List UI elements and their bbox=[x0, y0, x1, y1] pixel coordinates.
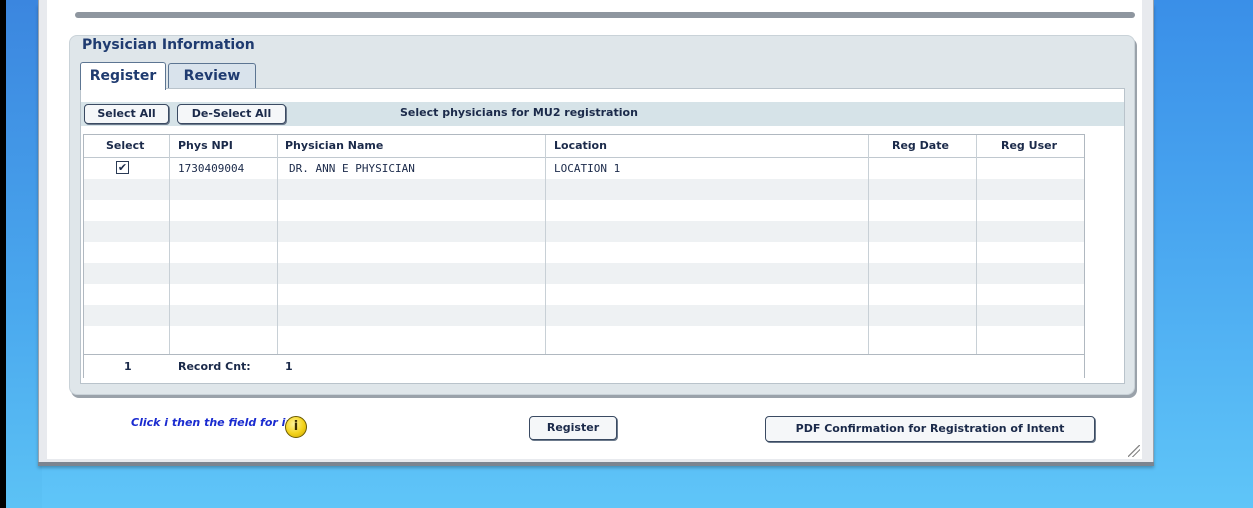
tab-review[interactable]: Review bbox=[168, 63, 256, 88]
empty-row bbox=[84, 242, 1084, 263]
empty-row bbox=[84, 284, 1084, 305]
physician-information-panel: Physician Information Register Review Se… bbox=[69, 35, 1135, 395]
footer-record-value: 1 bbox=[285, 360, 293, 373]
column-header-location[interactable]: Location bbox=[554, 135, 607, 157]
empty-row bbox=[84, 221, 1084, 242]
checkbox-checked-icon[interactable]: ✔ bbox=[116, 161, 129, 174]
top-divider bbox=[75, 12, 1135, 18]
column-divider bbox=[868, 135, 869, 377]
physician-table: Select Phys NPI Physician Name Location … bbox=[83, 134, 1085, 378]
column-header-phys-npi[interactable]: Phys NPI bbox=[178, 135, 233, 157]
select-all-button[interactable]: Select All bbox=[84, 104, 169, 124]
column-divider bbox=[277, 135, 278, 377]
column-divider bbox=[169, 135, 170, 377]
column-header-reg-user[interactable]: Reg User bbox=[1001, 135, 1057, 157]
selection-toolbar: Select All De-Select All Select physicia… bbox=[81, 102, 1124, 126]
register-tab-body: Select All De-Select All Select physicia… bbox=[80, 88, 1125, 384]
resize-grip-icon[interactable] bbox=[1128, 445, 1140, 457]
background-strip bbox=[6, 0, 42, 508]
row-phys-npi: 1730409004 bbox=[178, 162, 245, 175]
tab-register[interactable]: Register bbox=[80, 62, 166, 90]
toolbar-instruction: Select physicians for MU2 registration bbox=[400, 106, 638, 119]
empty-row bbox=[84, 326, 1084, 347]
column-divider bbox=[976, 135, 977, 377]
empty-row bbox=[84, 200, 1084, 221]
deselect-all-button[interactable]: De-Select All bbox=[177, 104, 286, 124]
table-footer: 1 Record Cnt: 1 bbox=[84, 354, 1084, 378]
pdf-confirmation-button[interactable]: PDF Confirmation for Registration of Int… bbox=[765, 416, 1095, 442]
column-header-reg-date[interactable]: Reg Date bbox=[892, 135, 949, 157]
table-header: Select Phys NPI Physician Name Location … bbox=[84, 135, 1084, 158]
column-divider bbox=[545, 135, 546, 377]
info-icon[interactable]: i bbox=[285, 416, 307, 438]
panel-title: Physician Information bbox=[82, 37, 255, 53]
table-row[interactable]: ✔ 1730409004 DR. ANN E PHYSICIAN LOCATIO… bbox=[84, 158, 1084, 179]
row-physician-name: DR. ANN E PHYSICIAN bbox=[289, 162, 415, 175]
footer-record-label: Record Cnt: bbox=[178, 360, 251, 373]
register-button[interactable]: Register bbox=[529, 416, 617, 440]
main-window: Physician Information Register Review Se… bbox=[38, 0, 1154, 462]
empty-row bbox=[84, 179, 1084, 200]
column-header-select[interactable]: Select bbox=[106, 135, 144, 157]
info-hint: Click i then the field for info bbox=[131, 416, 306, 429]
empty-row bbox=[84, 305, 1084, 326]
column-header-physician-name[interactable]: Physician Name bbox=[285, 135, 383, 157]
content-area: Physician Information Register Review Se… bbox=[47, 0, 1142, 459]
empty-row bbox=[84, 263, 1084, 284]
footer-count: 1 bbox=[124, 360, 132, 373]
row-location: LOCATION 1 bbox=[554, 162, 621, 175]
